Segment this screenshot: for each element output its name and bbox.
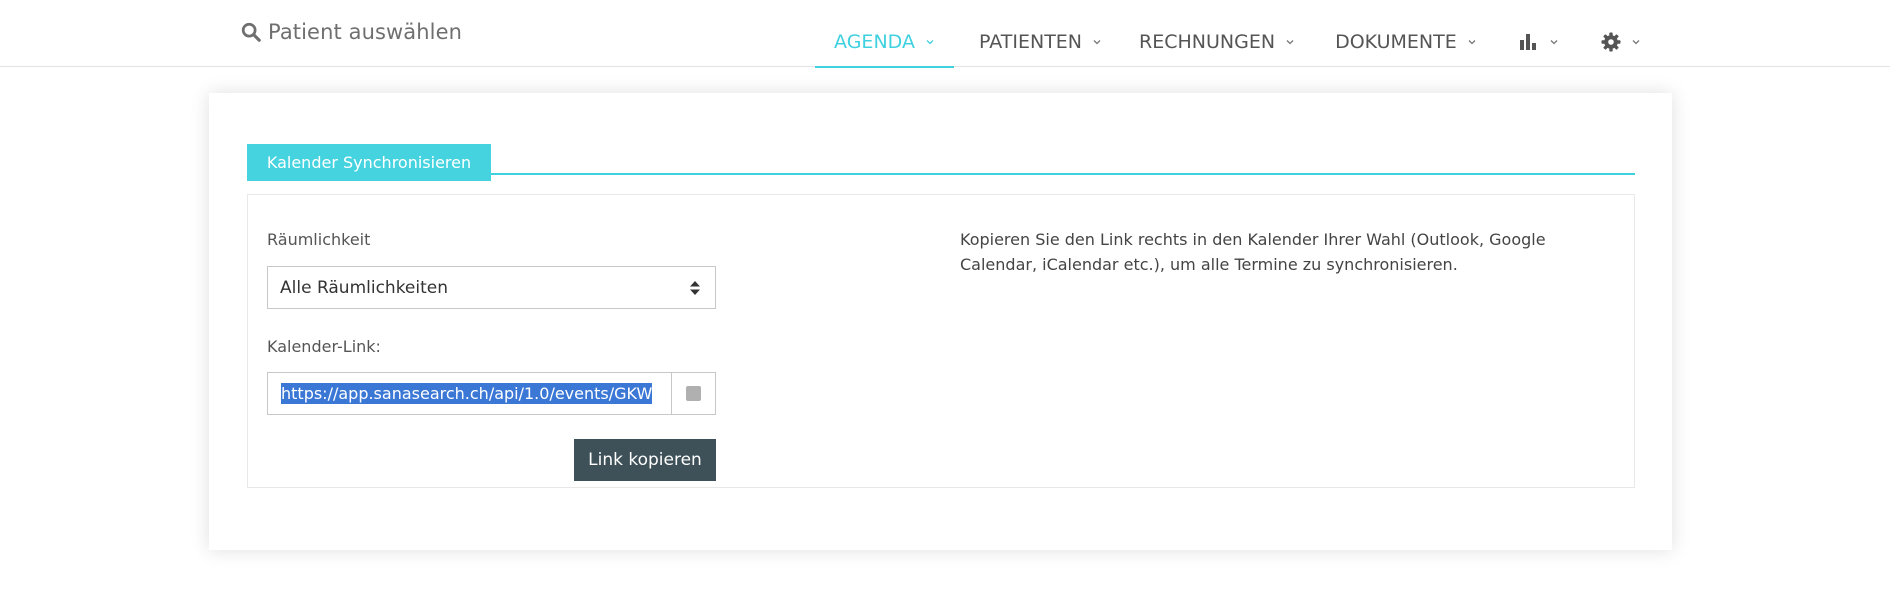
calendar-sync-panel: Räumlichkeit Alle Räumlichkeiten Kalende… <box>247 194 1635 488</box>
nav-rechnungen[interactable]: RECHNUNGEN <box>1139 0 1295 67</box>
bar-chart-icon <box>1519 33 1536 50</box>
calendar-sync-card: Kalender Synchronisieren Räumlichkeit Al… <box>209 93 1672 550</box>
nav-dokumente[interactable]: DOKUMENTE <box>1335 0 1477 67</box>
nav-dokumente-label: DOKUMENTE <box>1335 30 1457 53</box>
tab-calendar-sync[interactable]: Kalender Synchronisieren <box>247 144 491 181</box>
patient-search-label: Patient auswählen <box>268 20 463 44</box>
sync-help-text: Kopieren Sie den Link rechts in den Kale… <box>960 230 1546 274</box>
chevron-down-icon <box>1632 39 1640 44</box>
top-navbar: Patient auswählen AGENDA PATIENTEN RECHN… <box>0 0 1890 68</box>
patient-search[interactable]: Patient auswählen <box>240 20 462 44</box>
calendar-link-input[interactable]: https://app.sanasearch.ch/api/1.0/events… <box>268 373 672 414</box>
search-icon <box>241 22 261 42</box>
chevron-down-icon <box>1468 39 1476 44</box>
room-label: Räumlichkeit <box>267 230 371 249</box>
chevron-down-icon <box>1550 39 1558 44</box>
nav-patienten[interactable]: PATIENTEN <box>979 0 1102 67</box>
copy-addon-button[interactable] <box>672 373 715 414</box>
nav-agenda[interactable]: AGENDA <box>815 0 954 68</box>
copy-link-button[interactable]: Link kopieren <box>574 439 716 481</box>
calendar-link-label: Kalender-Link: <box>267 337 381 356</box>
main-nav: AGENDA PATIENTEN RECHNUNGEN DOKUMENTE <box>815 0 1641 68</box>
sort-arrows-icon <box>690 281 700 295</box>
calendar-link-value: https://app.sanasearch.ch/api/1.0/events… <box>281 383 653 404</box>
nav-statistics[interactable] <box>1519 0 1559 67</box>
chevron-down-icon <box>926 39 934 44</box>
clipboard-icon <box>686 386 701 401</box>
nav-rechnungen-label: RECHNUNGEN <box>1139 30 1276 53</box>
room-select[interactable]: Alle Räumlichkeiten <box>267 266 716 309</box>
nav-settings[interactable] <box>1601 0 1641 67</box>
nav-agenda-label: AGENDA <box>834 30 915 53</box>
tab-bar: Kalender Synchronisieren <box>247 144 1635 181</box>
calendar-link-group: https://app.sanasearch.ch/api/1.0/events… <box>267 372 716 415</box>
chevron-down-icon <box>1093 39 1101 44</box>
room-select-value: Alle Räumlichkeiten <box>280 277 449 298</box>
gear-icon <box>1601 32 1621 51</box>
nav-patienten-label: PATIENTEN <box>979 30 1083 53</box>
chevron-down-icon <box>1286 39 1294 44</box>
